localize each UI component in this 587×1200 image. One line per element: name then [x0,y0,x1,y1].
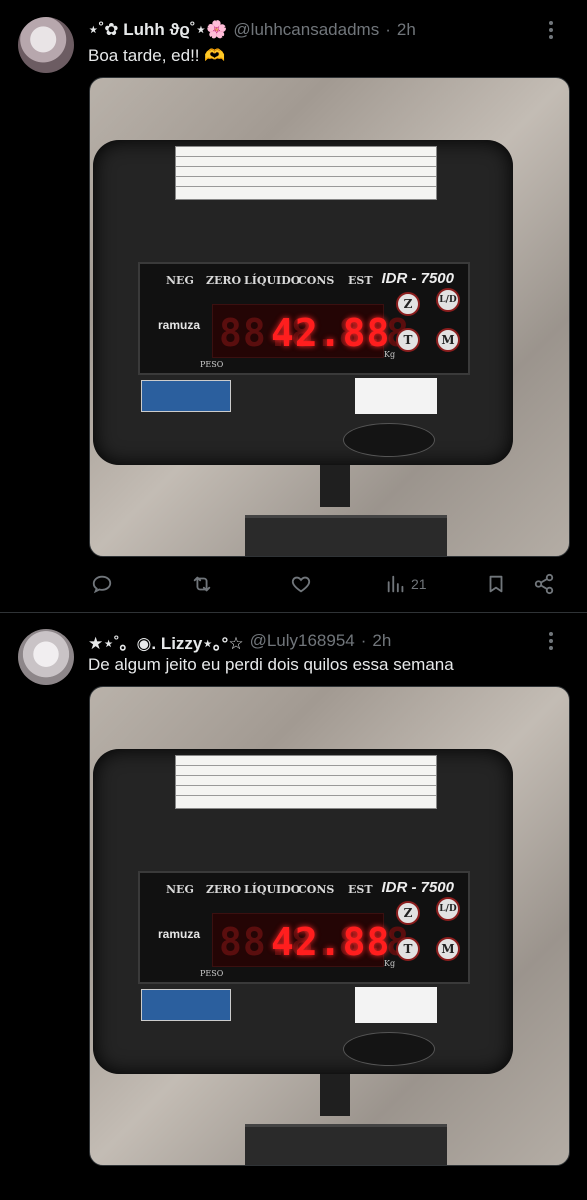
scale-base [245,1124,447,1165]
brand-logo: ramuza [158,318,201,332]
annunciator-cons: CONS [298,274,335,287]
button-ld: L/D [436,897,460,921]
annunciator-cons: CONS [298,883,335,896]
annunciator-liquido: LÍQUIDO [244,883,301,896]
tweet-text: Boa tarde, ed!! 🫶 [88,46,226,65]
annunciator-zero: ZERO [206,274,242,287]
more-vertical-icon[interactable] [539,629,563,653]
tweet-2[interactable]: ★⋆˚。◉. Lizzy⋆｡°☆ @Luly168954 · 2h De alg… [0,613,587,1200]
share-icon [534,573,554,595]
reply-icon [92,575,112,594]
tweet-1[interactable]: ⋆˚✿ Luhh ϑϱ˚⋆🌸 @luhhcansadadms · 2h Boa … [0,0,587,612]
scale-pole [320,1074,350,1116]
scale-base [245,515,447,556]
spec-plate [175,755,437,809]
capacity-sticker [343,423,435,457]
retweet-icon [193,576,211,592]
verification-sticker [141,380,231,412]
brand-logo: ramuza [158,927,201,941]
timestamp[interactable]: 2h [372,631,391,651]
views-button[interactable]: 21 [385,569,427,599]
button-t: T [396,328,420,352]
display-panel: NEG ZERO LÍQUIDO CONS EST IDR - 7500 ram… [138,262,470,375]
display-name[interactable]: ★⋆˚。◉. Lizzy⋆｡°☆ [88,629,244,654]
heart-icon [291,576,311,593]
button-z: Z [396,901,420,925]
led-display: 88.8.8.8 42.88 [212,913,409,967]
calibration-sticker [355,378,437,414]
avatar[interactable] [18,629,74,685]
tweet-header: ⋆˚✿ Luhh ϑϱ˚⋆🌸 @luhhcansadadms · 2h [88,18,527,42]
led-display: 88.8.8.8 42.88 [212,304,409,358]
annunciator-liquido: LÍQUIDO [244,274,301,287]
separator-dot: · [385,20,391,39]
annunciator-est: EST [348,883,373,896]
more-vertical-icon[interactable] [539,18,563,42]
display-panel: NEG ZERO LÍQUIDO CONS EST IDR - 7500 ram… [138,871,470,984]
tweet-photo[interactable]: NEG ZERO LÍQUIDO CONS EST IDR - 7500 ram… [89,77,570,557]
kg-label: Kg [384,350,396,359]
peso-label: PESO [200,969,224,978]
tweet-text: De algum jeito eu perdi dois quilos essa… [88,655,454,674]
annunciator-est: EST [348,274,373,287]
like-button[interactable] [290,569,312,599]
scale-indicator: NEG ZERO LÍQUIDO CONS EST IDR - 7500 ram… [93,749,513,1074]
handle[interactable]: @Luly168954 [250,631,355,651]
separator-dot: · [360,631,367,650]
scale-indicator: NEG ZERO LÍQUIDO CONS EST IDR - 7500 ram… [93,140,513,465]
share-button[interactable] [533,569,555,599]
tweet-header: ★⋆˚。◉. Lizzy⋆｡°☆ @Luly168954 · 2h [88,629,527,653]
avatar[interactable] [18,17,74,73]
button-m: M [436,328,460,352]
button-ld: L/D [436,288,460,312]
verification-sticker [141,989,231,1021]
model-label: IDR - 7500 [381,270,454,287]
annunciator-neg: NEG [166,274,194,287]
display-name[interactable]: ⋆˚✿ Luhh ϑϱ˚⋆🌸 [88,20,227,40]
timestamp[interactable]: 2h [397,20,416,40]
handle[interactable]: @luhhcansadadms [233,20,379,40]
calibration-sticker [355,987,437,1023]
reply-button[interactable] [91,569,113,599]
bookmark-button[interactable] [485,569,507,599]
button-z: Z [396,292,420,316]
capacity-sticker [343,1032,435,1066]
action-bar: 21 [89,569,565,599]
led-reading: 42.88 [271,311,391,355]
spec-plate [175,146,437,200]
kg-label: Kg [384,959,396,968]
scale-pole [320,465,350,507]
button-m: M [436,937,460,961]
peso-label: PESO [200,360,224,369]
led-reading: 42.88 [271,920,391,964]
annunciator-zero: ZERO [206,883,242,896]
views-icon [387,575,404,593]
retweet-button[interactable] [191,569,213,599]
tweet-photo[interactable]: NEG ZERO LÍQUIDO CONS EST IDR - 7500 ram… [89,686,570,1166]
model-label: IDR - 7500 [381,879,454,896]
button-t: T [396,937,420,961]
bookmark-icon [489,575,503,593]
views-count: 21 [411,576,427,592]
annunciator-neg: NEG [166,883,194,896]
